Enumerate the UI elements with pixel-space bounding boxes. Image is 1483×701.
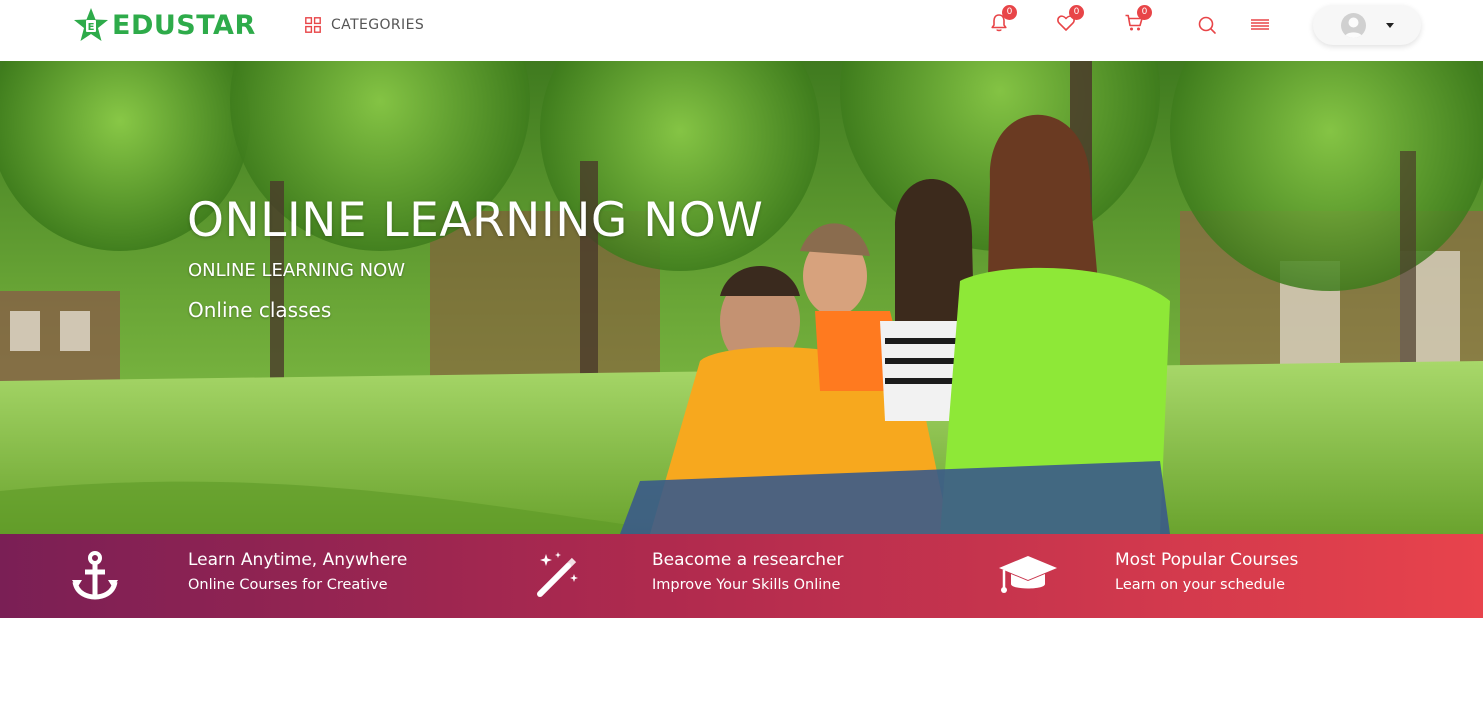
feature-title: Beacome a researcher bbox=[652, 550, 844, 570]
menu-icon bbox=[1251, 19, 1269, 30]
menu-button[interactable] bbox=[1251, 15, 1271, 35]
search-icon bbox=[1198, 16, 1216, 34]
feature-subtitle: Online Courses for Creative bbox=[188, 577, 388, 593]
logo-text: EDUSTAR bbox=[112, 9, 256, 41]
grid-icon bbox=[305, 17, 321, 33]
feature-item: Most Popular Courses Learn on your sched… bbox=[998, 534, 1398, 618]
user-silhouette-icon bbox=[1344, 17, 1363, 38]
top-navbar: E EDUSTAR CATEGORIES 0 0 0 bbox=[0, 0, 1483, 61]
feature-item: Learn Anytime, Anywhere Online Courses f… bbox=[70, 534, 470, 618]
star-logo-icon: E bbox=[74, 8, 108, 41]
categories-menu[interactable]: CATEGORIES bbox=[305, 15, 424, 35]
caret-down-icon bbox=[1386, 23, 1394, 28]
features-strip: Learn Anytime, Anywhere Online Courses f… bbox=[0, 534, 1483, 618]
wishlist-button[interactable]: 0 bbox=[1056, 5, 1084, 33]
wishlist-badge: 0 bbox=[1069, 5, 1084, 20]
categories-label: CATEGORIES bbox=[331, 17, 425, 33]
anchor-icon bbox=[72, 551, 118, 600]
hero-tagline: Online classes bbox=[188, 298, 332, 322]
user-profile-dropdown[interactable] bbox=[1313, 5, 1421, 45]
cart-button[interactable]: 0 bbox=[1124, 5, 1152, 33]
hero-title: ONLINE LEARNING NOW bbox=[187, 193, 764, 248]
feature-subtitle: Improve Your Skills Online bbox=[652, 577, 841, 593]
feature-item: Beacome a researcher Improve Your Skills… bbox=[534, 534, 934, 618]
magic-wand-icon bbox=[537, 552, 578, 597]
notifications-badge: 0 bbox=[1002, 5, 1017, 20]
feature-title: Learn Anytime, Anywhere bbox=[188, 550, 408, 570]
search-button[interactable] bbox=[1197, 15, 1217, 35]
feature-title: Most Popular Courses bbox=[1115, 550, 1299, 570]
cart-badge: 0 bbox=[1137, 5, 1152, 20]
feature-subtitle: Learn on your schedule bbox=[1115, 577, 1285, 593]
svg-text:E: E bbox=[88, 22, 95, 33]
hero-subtitle: ONLINE LEARNING NOW bbox=[188, 260, 406, 281]
hero-banner: ONLINE LEARNING NOW ONLINE LEARNING NOW … bbox=[0, 61, 1483, 534]
graduation-cap-icon bbox=[999, 556, 1057, 593]
avatar bbox=[1341, 13, 1366, 38]
site-logo[interactable]: E EDUSTAR bbox=[72, 7, 256, 43]
notifications-button[interactable]: 0 bbox=[989, 5, 1017, 33]
